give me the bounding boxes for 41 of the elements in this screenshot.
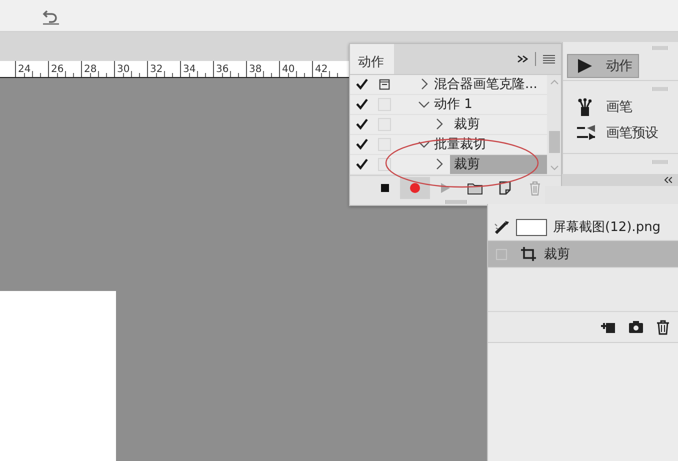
brush-sliders-icon — [576, 124, 596, 142]
grip-handle[interactable] — [652, 46, 668, 50]
collapse-icon[interactable] — [664, 177, 672, 183]
checkmark-icon[interactable] — [355, 157, 369, 172]
action-item[interactable]: 裁剪 — [450, 154, 547, 174]
chevron-right-icon[interactable] — [419, 77, 429, 92]
checkmark-icon[interactable] — [355, 97, 369, 112]
dock-panel-button[interactable]: 画笔预设 — [567, 121, 665, 145]
trash-icon[interactable] — [656, 320, 670, 334]
grip-handle[interactable] — [444, 200, 466, 204]
menu-icon[interactable] — [543, 54, 555, 64]
record-button[interactable] — [400, 176, 430, 199]
history-state[interactable]: 裁剪 — [488, 241, 678, 268]
checkmark-icon[interactable] — [355, 77, 369, 92]
chevron-right-icon[interactable] — [434, 157, 444, 172]
grip-handle[interactable] — [652, 87, 668, 91]
history-state-label: 裁剪 — [544, 246, 570, 263]
dialog-icon — [379, 78, 390, 91]
scrollbar[interactable] — [547, 74, 561, 175]
history-snapshot[interactable]: 屏幕截图(12).png — [553, 218, 661, 236]
double-chevron-icon[interactable] — [517, 54, 529, 64]
history-brush-icon[interactable] — [494, 220, 510, 234]
crop-icon — [520, 246, 538, 262]
trash-icon — [527, 180, 543, 196]
grip-handle[interactable] — [652, 160, 668, 164]
new-action-icon — [497, 180, 513, 196]
action-item[interactable]: 裁剪 — [450, 114, 547, 134]
chevron-right-icon[interactable] — [434, 117, 444, 132]
dock-panel-button[interactable]: 画笔 — [567, 95, 639, 119]
checkmark-icon[interactable] — [355, 117, 369, 132]
new-document-icon[interactable] — [600, 320, 616, 334]
dialog-toggle[interactable] — [378, 78, 391, 91]
camera-icon[interactable] — [628, 320, 644, 334]
dock-panel-button[interactable]: 动作 — [567, 54, 639, 78]
action-item[interactable]: 动作 1 — [430, 94, 547, 114]
snapshot-thumbnail[interactable] — [516, 218, 547, 236]
checkmark-icon[interactable] — [355, 137, 369, 152]
action-item[interactable]: 混合器画笔克隆... — [430, 74, 547, 94]
actions-tab[interactable]: 动作 — [350, 44, 394, 74]
separator-icon — [535, 52, 537, 66]
scroll-thumb[interactable] — [548, 130, 560, 153]
